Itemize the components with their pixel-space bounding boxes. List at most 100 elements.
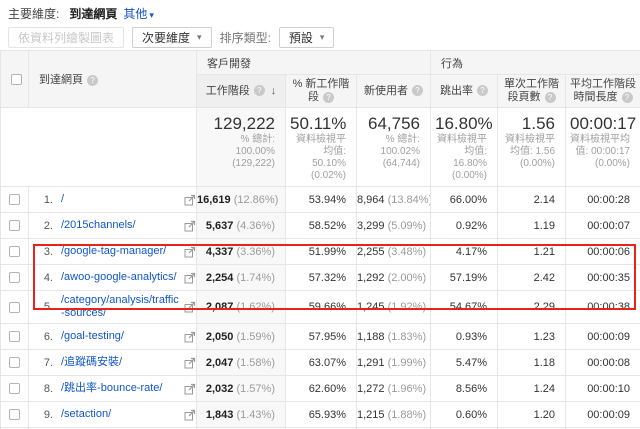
pct-new-sessions-cell: 51.99%	[286, 239, 357, 265]
landing-page-link[interactable]: /goal-testing/	[61, 330, 180, 343]
avg-session-duration-cell: 00:00:06	[566, 239, 640, 265]
primary-dimension-bar: 主要維度: 到達網頁 其他▾	[0, 0, 640, 24]
table-row: 7. /追蹤碼安裝/ 2,047 (1.58%) 63.07% 1,291 (1…	[1, 350, 640, 376]
avg-session-duration-cell: 00:00:07	[566, 213, 640, 239]
row-checkbox[interactable]	[9, 357, 20, 368]
table-row: 3. /google-tag-manager/ 4,337 (3.36%) 51…	[1, 239, 640, 265]
sessions-cell: 16,619 (12.86%)	[197, 187, 286, 213]
bounce-rate-cell: 0.92%	[431, 213, 498, 239]
landing-page-link[interactable]: /awoo-google-analytics/	[61, 271, 180, 284]
landing-page-link[interactable]: /	[61, 193, 180, 206]
pages-per-session-cell: 1.21	[498, 239, 566, 265]
pct-new-sessions-cell: 62.60%	[286, 376, 357, 402]
analytics-report-page: 主要維度: 到達網頁 其他▾ 依資料列繪製圖表 次要維度▾ 排序類型: 預設▾ …	[0, 0, 640, 429]
plot-rows-button[interactable]: 依資料列繪製圖表	[8, 27, 124, 48]
bounce-rate-cell: 8.56%	[431, 376, 498, 402]
open-page-icon[interactable]	[184, 246, 196, 258]
new-users-cell: 1,215 (1.88%)	[357, 402, 431, 428]
sort-descending-icon[interactable]: ↓	[271, 85, 277, 97]
bounce-rate-cell: 0.93%	[431, 324, 498, 350]
pages-per-session-cell: 2.29	[498, 291, 566, 324]
group-header-acquisition: 客戶開發	[197, 51, 431, 75]
pct-new-sessions-cell: 57.32%	[286, 265, 357, 291]
bounce-rate-cell: 0.60%	[431, 402, 498, 428]
row-checkbox[interactable]	[9, 246, 20, 257]
column-header-avg-session-duration[interactable]: 平均工作階段時間長度?	[566, 75, 640, 108]
sessions-cell: 2,087 (1.62%)	[197, 291, 286, 324]
chevron-down-icon: ▾	[149, 10, 154, 20]
pages-per-session-cell: 1.19	[498, 213, 566, 239]
bounce-rate-cell: 66.00%	[431, 187, 498, 213]
row-checkbox[interactable]	[9, 272, 20, 283]
bounce-rate-cell: 54.67%	[431, 291, 498, 324]
summary-avg-session-duration: 00:00:17 資料檢視平均值: 00:00:17 (0.00%)	[566, 108, 640, 187]
avg-session-duration-cell: 00:00:35	[566, 265, 640, 291]
pct-new-sessions-cell: 65.93%	[286, 402, 357, 428]
landing-page-link[interactable]: /setaction/	[61, 408, 180, 421]
sort-type-button[interactable]: 預設▾	[279, 27, 335, 48]
pct-new-sessions-cell: 57.95%	[286, 324, 357, 350]
column-header-bounce-rate[interactable]: 跳出率?	[431, 75, 498, 108]
report-toolbar: 依資料列繪製圖表 次要維度▾ 排序類型: 預設▾	[0, 24, 640, 50]
avg-session-duration-cell: 00:00:09	[566, 324, 640, 350]
sessions-cell: 5,637 (4.36%)	[197, 213, 286, 239]
sessions-cell: 2,050 (1.59%)	[197, 324, 286, 350]
column-header-pages-per-session[interactable]: 單次工作階段頁數?	[498, 75, 566, 108]
sessions-cell: 2,047 (1.58%)	[197, 350, 286, 376]
summary-bounce-rate: 16.80% 資料檢視平均值: 16.80% (0.00%)	[431, 108, 498, 187]
open-page-icon[interactable]	[184, 220, 196, 232]
avg-session-duration-cell: 00:00:10	[566, 376, 640, 402]
column-header-pct-new-sessions[interactable]: % 新工作階段?	[286, 75, 357, 108]
open-page-icon[interactable]	[184, 301, 196, 313]
landing-page-link[interactable]: /google-tag-manager/	[61, 245, 180, 258]
help-icon[interactable]: ?	[323, 92, 334, 103]
help-icon[interactable]: ?	[87, 75, 98, 86]
help-icon[interactable]: ?	[254, 85, 265, 96]
column-header-new-users[interactable]: 新使用者?	[357, 75, 431, 108]
row-checkbox[interactable]	[9, 302, 20, 313]
landing-page-link[interactable]: /2015channels/	[61, 219, 180, 232]
landing-page-link[interactable]: /跳出率-bounce-rate/	[61, 382, 180, 395]
row-checkbox[interactable]	[9, 409, 20, 420]
open-page-icon[interactable]	[184, 409, 196, 421]
row-number: 6.	[29, 331, 53, 343]
pages-per-session-cell: 2.14	[498, 187, 566, 213]
row-checkbox[interactable]	[9, 220, 20, 231]
help-icon[interactable]: ?	[622, 92, 633, 103]
help-icon[interactable]: ?	[477, 85, 488, 96]
table-row: 4. /awoo-google-analytics/ 2,254 (1.74%)…	[1, 265, 640, 291]
new-users-cell: 1,245 (1.92%)	[357, 291, 431, 324]
summary-pages-per-session: 1.56 資料檢視平均值: 1.56 (0.00%)	[498, 108, 566, 187]
other-dimensions-link[interactable]: 其他▾	[123, 5, 154, 22]
chevron-down-icon: ▾	[320, 32, 325, 43]
summary-sessions: 129,222 % 總計: 100.00% (129,222)	[197, 108, 286, 187]
open-page-icon[interactable]	[184, 194, 196, 206]
landing-page-link[interactable]: /追蹤碼安裝/	[61, 356, 180, 369]
table-row: 1. / 16,619 (12.86%) 53.94% 8,964 (13.84…	[1, 187, 640, 213]
select-all-checkbox[interactable]	[11, 74, 22, 85]
help-icon[interactable]: ?	[545, 92, 556, 103]
landing-page-link[interactable]: /category/analysis/traffic-sources/	[61, 294, 180, 320]
summary-new-users: 64,756 % 總計: 100.02% (64,744)	[357, 108, 431, 187]
new-users-cell: 1,272 (1.96%)	[357, 376, 431, 402]
bounce-rate-cell: 57.19%	[431, 265, 498, 291]
open-page-icon[interactable]	[184, 331, 196, 343]
row-number: 2.	[29, 220, 53, 232]
open-page-icon[interactable]	[184, 357, 196, 369]
row-checkbox[interactable]	[9, 331, 20, 342]
column-header-sessions[interactable]: 工作階段?↓	[197, 75, 286, 108]
open-page-icon[interactable]	[184, 383, 196, 395]
column-header-landing-page[interactable]: 到達網頁?	[29, 51, 197, 108]
open-page-icon[interactable]	[184, 272, 196, 284]
avg-session-duration-cell: 00:00:28	[566, 187, 640, 213]
pages-per-session-cell: 2.42	[498, 265, 566, 291]
row-number: 5.	[29, 301, 53, 313]
row-number: 4.	[29, 272, 53, 284]
sessions-cell: 2,032 (1.57%)	[197, 376, 286, 402]
pages-per-session-cell: 1.18	[498, 350, 566, 376]
row-checkbox[interactable]	[9, 383, 20, 394]
secondary-dimension-button[interactable]: 次要維度▾	[132, 27, 212, 48]
primary-dimension-selected[interactable]: 到達網頁	[69, 5, 117, 22]
help-icon[interactable]: ?	[412, 85, 423, 96]
row-checkbox[interactable]	[9, 194, 20, 205]
